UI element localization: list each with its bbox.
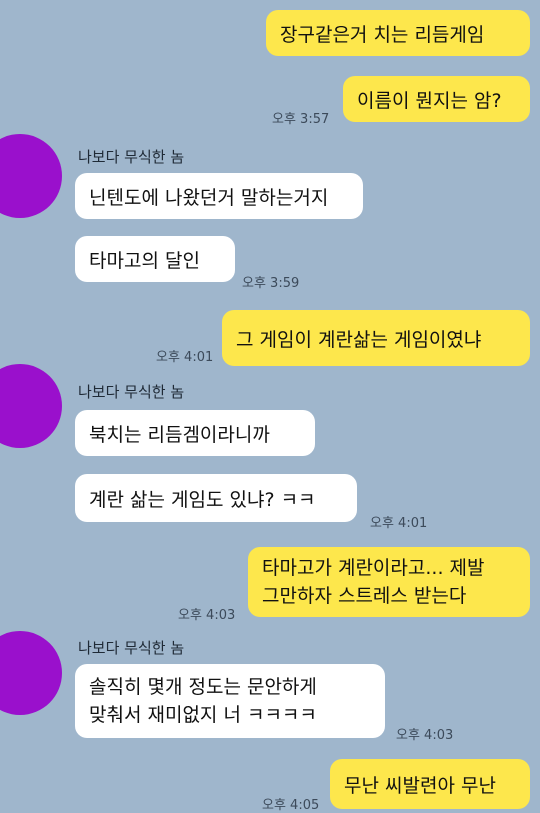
- message-text: 타마고의 달인: [89, 249, 200, 272]
- message-time: 오후 3:57: [272, 112, 330, 127]
- my-message[interactable]: 장구같은거 치는 리듬게임: [266, 10, 530, 56]
- message-time: 오후 4:01: [156, 350, 214, 365]
- message-text-line: 솔직히 몇개 정도는 문안하게: [89, 676, 317, 698]
- message-text: 북치는 리듬겜이라니까: [89, 423, 270, 446]
- message-text-line: 맞춰서 재미없지 너 ㅋㅋㅋㅋ: [89, 704, 317, 726]
- message-time: 오후 4:05: [262, 798, 320, 813]
- message-text: 무난 씨발련아 무난: [344, 774, 496, 797]
- their-message[interactable]: 닌텐도에 나왔던거 말하는거지: [75, 173, 363, 219]
- sender-avatar[interactable]: [0, 364, 62, 448]
- message-text: 계란 삶는 게임도 있냐? ㅋㅋ: [89, 488, 316, 511]
- message-text-line: 타마고가 계란이라고... 제발: [262, 557, 485, 579]
- message-time: 오후 4:03: [396, 728, 454, 743]
- message-text: 그 게임이 계란삶는 게임이였냐: [236, 328, 482, 351]
- message-time: 오후 4:03: [178, 608, 236, 623]
- my-message[interactable]: 무난 씨발련아 무난: [330, 759, 530, 809]
- sender-avatar[interactable]: [0, 631, 62, 715]
- their-message[interactable]: 계란 삶는 게임도 있냐? ㅋㅋ: [75, 474, 357, 522]
- message-text: 장구같은거 치는 리듬게임: [280, 23, 485, 46]
- their-message[interactable]: 타마고의 달인: [75, 236, 235, 282]
- my-message[interactable]: 그 게임이 계란삶는 게임이였냐: [222, 310, 530, 366]
- sender-name: 나보다 무식한 놈: [78, 148, 185, 166]
- my-message[interactable]: 이름이 뭔지는 암?: [343, 76, 530, 122]
- sender-name: 나보다 무식한 놈: [78, 383, 185, 401]
- sender-name: 나보다 무식한 놈: [78, 639, 185, 657]
- message-text: 이름이 뭔지는 암?: [357, 89, 502, 112]
- their-message[interactable]: 북치는 리듬겜이라니까: [75, 410, 315, 456]
- message-text-line: 그만하자 스트레스 받는다: [262, 585, 467, 607]
- chat-area[interactable]: 장구같은거 치는 리듬게임 이름이 뭔지는 암? 오후 3:57 나보다 무식한…: [0, 0, 540, 813]
- sender-avatar[interactable]: [0, 134, 62, 218]
- their-message[interactable]: 솔직히 몇개 정도는 문안하게 맞춰서 재미없지 너 ㅋㅋㅋㅋ: [75, 664, 385, 738]
- my-message[interactable]: 타마고가 계란이라고... 제발 그만하자 스트레스 받는다: [248, 547, 530, 617]
- message-time: 오후 4:01: [370, 516, 428, 531]
- message-time: 오후 3:59: [242, 276, 300, 291]
- message-text: 닌텐도에 나왔던거 말하는거지: [89, 186, 329, 209]
